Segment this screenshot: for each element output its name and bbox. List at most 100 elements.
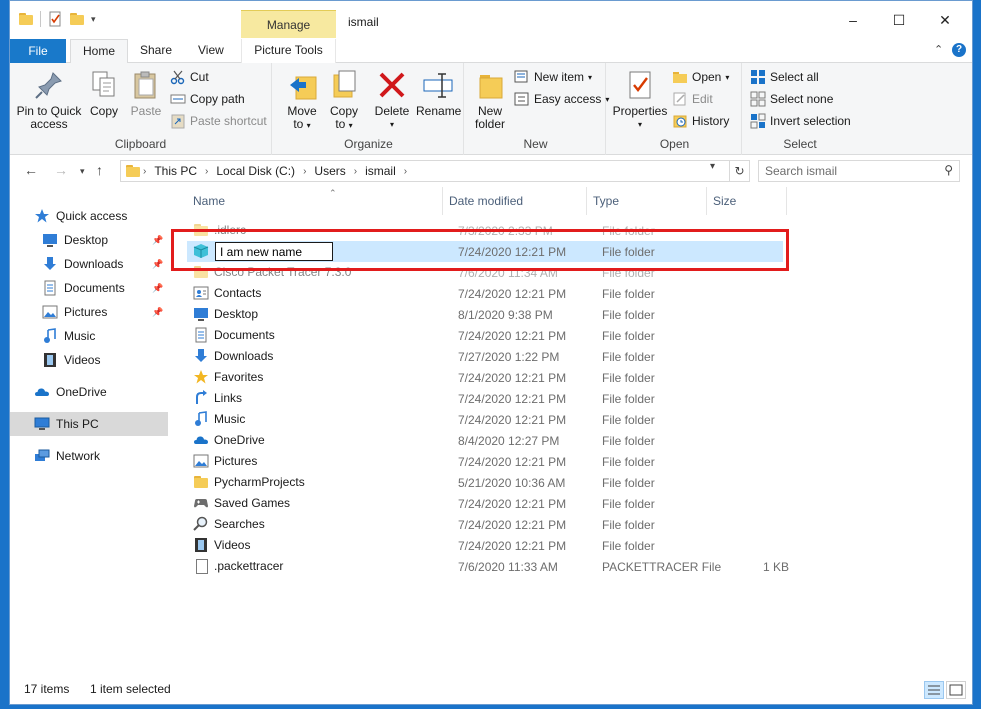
saved-games-icon [193,495,209,511]
nav-network[interactable]: Network [10,444,168,468]
nav-downloads[interactable]: Downloads 📌 [10,252,168,276]
rename-input[interactable] [215,242,333,261]
nav-desktop[interactable]: Desktop 📌 [10,228,168,252]
tab-file[interactable]: File [10,39,66,63]
table-row[interactable]: PycharmProjects 5/21/2020 10:36 AM File … [187,472,783,493]
manage-context-tab[interactable]: Manage [241,10,336,38]
properties-button[interactable]: Properties ▾ [612,67,668,131]
table-row[interactable]: Music 7/24/2020 12:21 PM File folder [187,409,783,430]
minimize-ribbon-icon[interactable]: ⌃ [934,43,943,56]
select-all-button[interactable]: Select all [750,67,819,87]
chevron-right-icon[interactable]: › [141,166,148,177]
table-row[interactable]: Videos 7/24/2020 12:21 PM File folder [187,535,783,556]
back-icon[interactable]: ← [24,162,38,178]
table-row[interactable]: Contacts 7/24/2020 12:21 PM File folder [187,283,783,304]
folder-icon [193,222,209,238]
table-row[interactable]: .packettracer 7/6/2020 11:33 AM PACKETTR… [187,556,789,577]
search-input[interactable] [759,161,929,181]
up-icon[interactable]: ↑ [96,162,103,178]
edit-button[interactable]: Edit [672,89,713,109]
tab-view[interactable]: View [186,39,236,63]
open-button[interactable]: Open ▾ [672,67,729,87]
refresh-icon[interactable]: ↻ [730,160,750,182]
easy-access-button[interactable]: Easy access ▾ [514,89,609,109]
new-group-label: New [523,137,548,151]
rename-button[interactable]: Rename [416,67,461,118]
copy-button[interactable]: Copy [86,67,122,118]
close-button[interactable]: ✕ [922,1,968,39]
new-folder-icon[interactable] [69,11,85,27]
nav-documents[interactable]: Documents 📌 [10,276,168,300]
delete-button[interactable]: Delete ▾ [372,67,412,131]
recent-locations-icon[interactable]: ▾ [80,166,85,177]
properties-icon[interactable] [47,11,63,27]
tab-home[interactable]: Home [70,39,129,64]
new-folder-button[interactable]: New folder [470,67,510,131]
table-row[interactable]: Saved Games 7/24/2020 12:21 PM File fold… [187,493,783,514]
paste-button[interactable]: Paste [128,67,164,118]
table-row[interactable]: OneDrive 8/4/2020 12:27 PM File folder [187,430,783,451]
breadcrumb-this-pc[interactable]: This PC [148,164,203,178]
nav-onedrive[interactable]: OneDrive [10,380,168,404]
nav-videos[interactable]: Videos [10,348,168,372]
breadcrumb-users[interactable]: Users [308,164,351,178]
table-row[interactable]: Downloads 7/27/2020 1:22 PM File folder [187,346,783,367]
chevron-right-icon[interactable]: › [352,166,359,177]
chevron-down-icon: ▾ [637,120,642,129]
history-button[interactable]: History [672,111,729,131]
large-icons-view-icon[interactable] [946,681,966,699]
table-row[interactable]: Favorites 7/24/2020 12:21 PM File folder [187,367,783,388]
column-header-type[interactable]: Type [587,187,707,215]
search-icon[interactable]: ⚲ [944,163,953,177]
table-row[interactable]: Links 7/24/2020 12:21 PM File folder [187,388,783,409]
chevron-right-icon[interactable]: › [402,166,409,177]
documents-icon [193,327,209,343]
select-none-button[interactable]: Select none [750,89,833,109]
chevron-right-icon[interactable]: › [203,166,210,177]
pin-icon[interactable]: 📌 [152,259,163,270]
pin-icon[interactable]: 📌 [152,235,163,246]
help-icon[interactable]: ? [952,43,966,57]
table-row[interactable]: Searches 7/24/2020 12:21 PM File folder [187,514,783,535]
scissors-icon [170,69,186,85]
table-row[interactable]: Pictures 7/24/2020 12:21 PM File folder [187,451,783,472]
table-row[interactable]: Desktop 8/1/2020 9:38 PM File folder [187,304,783,325]
breadcrumb-ismail[interactable]: ismail [359,164,402,178]
nav-quick-access[interactable]: Quick access [10,204,168,228]
copy-to-button[interactable]: Copy to ▾ [324,67,364,132]
item-count: 17 items [24,682,70,696]
pin-icon[interactable]: 📌 [152,307,163,318]
cut-button[interactable]: Cut [170,67,209,87]
maximize-button[interactable]: ☐ [876,1,922,39]
tab-share[interactable]: Share [128,39,184,63]
column-header-name[interactable]: ⌃ Name [187,187,443,215]
invert-selection-button[interactable]: Invert selection [750,111,851,131]
navigation-row: ← → ▾ ↑ › This PC › Local Disk (C:) › Us… [10,157,972,185]
chevron-right-icon[interactable]: › [301,166,308,177]
address-dropdown-icon[interactable]: ▾ [710,161,715,172]
minimize-button[interactable]: – [830,1,876,39]
column-header-date[interactable]: Date modified [443,187,587,215]
details-view-icon[interactable] [924,681,944,699]
search-box[interactable]: ⚲ [758,160,960,182]
tab-picture-tools[interactable]: Picture Tools [241,39,336,63]
table-row[interactable]: Cisco Packet Tracer 7.3.0 7/6/2020 11:34… [187,262,783,283]
pin-to-quick-access-button[interactable]: Pin to Quick access [16,67,82,131]
new-item-button[interactable]: New item ▾ [514,67,592,87]
copy-path-button[interactable]: Copy path [170,89,245,109]
table-row-selected[interactable]: 7/24/2020 12:21 PM File folder [187,241,783,262]
move-to-button[interactable]: Move to ▾ [282,67,322,132]
customize-toolbar-icon[interactable]: ▾ [91,14,96,25]
nav-this-pc[interactable]: This PC [10,412,168,436]
nav-music[interactable]: Music [10,324,168,348]
breadcrumb-local-disk[interactable]: Local Disk (C:) [210,164,301,178]
pin-icon[interactable]: 📌 [152,283,163,294]
address-bar[interactable]: › This PC › Local Disk (C:) › Users › is… [120,160,730,182]
folder-icon [193,264,209,280]
forward-icon[interactable]: → [54,162,68,178]
table-row[interactable]: .idlerc 7/3/2020 2:33 PM File folder [187,220,783,241]
column-header-size[interactable]: Size [707,187,787,215]
paste-shortcut-button[interactable]: Paste shortcut [170,111,267,131]
nav-pictures[interactable]: Pictures 📌 [10,300,168,324]
table-row[interactable]: Documents 7/24/2020 12:21 PM File folder [187,325,783,346]
